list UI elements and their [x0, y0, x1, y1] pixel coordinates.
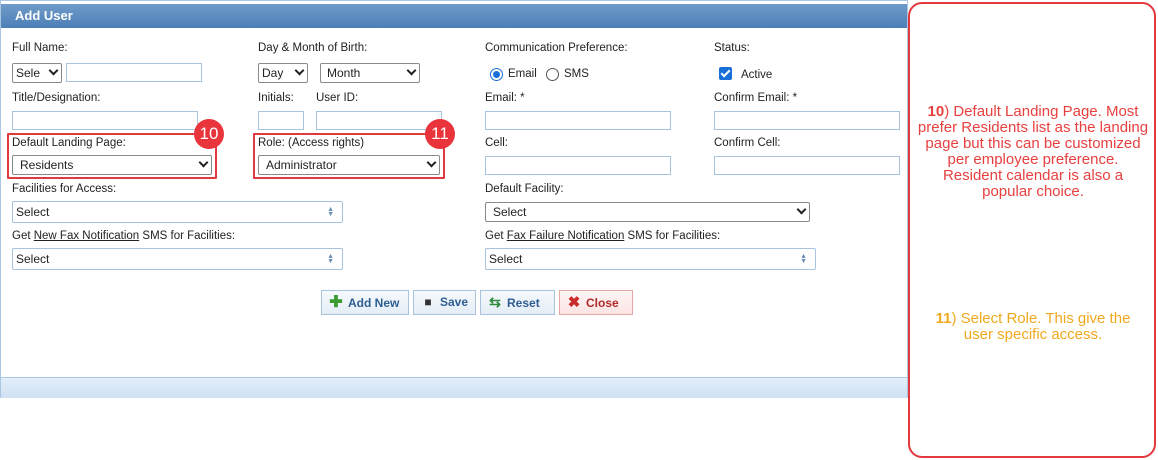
day-value: Day — [262, 66, 284, 80]
annotation-panel: 10) Default Landing Page. Most prefer Re… — [908, 2, 1156, 458]
communication-label: Communication Preference: — [485, 42, 628, 54]
sms-radio-label: SMS — [564, 68, 589, 80]
close-icon: ✖ — [567, 294, 581, 311]
fax-failure-select[interactable]: Select ▲ ▼ — [485, 248, 816, 270]
fax-failure-label-post: SMS for Facilities: — [624, 230, 721, 242]
note-11-text: ) Select Role. This give the user specif… — [951, 310, 1131, 343]
default-facility-select[interactable]: Select — [485, 202, 810, 222]
confirm-cell-label: Confirm Cell: — [714, 137, 781, 149]
dob-label: Day & Month of Birth: — [258, 42, 368, 54]
save-button[interactable]: ■ Save — [413, 290, 476, 315]
chevron-down-icon — [426, 157, 437, 168]
note-11-number: 11 — [935, 310, 952, 327]
step-11-badge: 11 — [425, 119, 455, 149]
title-label: Title/Designation: — [12, 92, 101, 104]
facilities-access-label: Facilities for Access: — [12, 183, 117, 195]
role-label: Role: (Access rights) — [258, 137, 365, 149]
active-label: Active — [741, 69, 773, 81]
panel-footer — [1, 377, 907, 398]
default-facility-value: Select — [493, 205, 527, 219]
fax-notification-label-post: SMS for Facilities: — [139, 230, 236, 242]
active-checkbox[interactable] — [719, 67, 732, 80]
default-facility-label: Default Facility: — [485, 183, 564, 195]
facilities-access-select[interactable]: Select ▲ ▼ — [12, 201, 343, 223]
chevron-down-icon — [294, 65, 305, 76]
chevron-down-icon — [406, 65, 417, 76]
reset-label: Reset — [507, 296, 540, 310]
fax-notification-label-pre: Get — [12, 230, 34, 242]
cell-input[interactable] — [485, 156, 671, 175]
cell-label: Cell: — [485, 137, 509, 149]
fax-notification-value: Select — [16, 252, 50, 266]
month-select[interactable]: Month — [320, 63, 420, 83]
role-select[interactable]: Administrator — [258, 155, 440, 175]
fax-failure-notification-link[interactable]: Fax Failure Notification — [507, 230, 625, 242]
title-input[interactable] — [12, 111, 198, 130]
chevron-down-icon — [198, 157, 209, 168]
user-id-input[interactable] — [316, 111, 442, 130]
day-select[interactable]: Day — [258, 63, 308, 83]
fax-failure-label: Get Fax Failure Notification SMS for Fac… — [485, 230, 720, 242]
step-10-badge: 10 — [194, 119, 224, 149]
save-label: Save — [440, 295, 469, 309]
email-label: Email: * — [485, 92, 525, 104]
new-fax-notification-link[interactable]: New Fax Notification — [34, 230, 139, 242]
close-button[interactable]: ✖ Close — [559, 290, 633, 315]
floppy-disk-icon: ■ — [424, 295, 432, 309]
confirm-email-label: Confirm Email: * — [714, 92, 798, 104]
updown-arrows-icon: ▲ ▼ — [327, 206, 334, 218]
sms-radio[interactable] — [546, 68, 559, 81]
status-label: Status: — [714, 42, 750, 54]
full-name-input[interactable] — [66, 63, 202, 82]
initials-input[interactable] — [258, 111, 304, 130]
updown-arrows-icon: ▲ ▼ — [327, 253, 334, 265]
role-value: Administrator — [266, 158, 337, 172]
month-value: Month — [327, 66, 361, 80]
user-id-label: User ID: — [316, 92, 359, 104]
note-10-text: ) Default Landing Page. Most prefer Resi… — [917, 103, 1149, 200]
refresh-icon: ⇆ — [489, 294, 501, 310]
fax-failure-value: Select — [489, 252, 523, 266]
note-landing-page: 10) Default Landing Page. Most prefer Re… — [916, 104, 1150, 200]
name-prefix-value: Sele — [16, 66, 41, 80]
email-radio[interactable] — [490, 68, 503, 81]
updown-arrows-icon: ▲ ▼ — [800, 253, 807, 265]
note-10-number: 10 — [927, 103, 945, 120]
landing-page-select[interactable]: Residents — [12, 155, 212, 175]
fax-failure-label-pre: Get — [485, 230, 507, 242]
add-new-button[interactable]: ✚ Add New — [321, 290, 409, 315]
plus-icon: ✚ — [329, 294, 343, 311]
reset-button[interactable]: ⇆ Reset — [480, 290, 555, 315]
fax-notification-label: Get New Fax Notification SMS for Facilit… — [12, 230, 235, 242]
facilities-access-value: Select — [16, 205, 50, 219]
initials-label: Initials: — [258, 92, 294, 104]
fax-notification-select[interactable]: Select ▲ ▼ — [12, 248, 343, 270]
name-prefix-select[interactable]: Sele — [12, 63, 62, 83]
email-input[interactable] — [485, 111, 671, 130]
chevron-down-icon — [48, 65, 59, 76]
panel-title: Add User — [1, 4, 907, 28]
landing-page-label: Default Landing Page: — [12, 137, 126, 149]
add-new-label: Add New — [348, 296, 400, 310]
confirm-email-input[interactable] — [714, 111, 900, 130]
confirm-cell-input[interactable] — [714, 156, 900, 175]
full-name-label: Full Name: — [12, 42, 68, 54]
landing-page-value: Residents — [20, 158, 74, 172]
note-role: 11) Select Role. This give the user spec… — [928, 311, 1138, 343]
chevron-down-icon — [796, 204, 807, 215]
add-user-panel: Add User — [0, 0, 908, 398]
close-label: Close — [586, 296, 619, 310]
email-radio-label: Email — [508, 68, 537, 80]
